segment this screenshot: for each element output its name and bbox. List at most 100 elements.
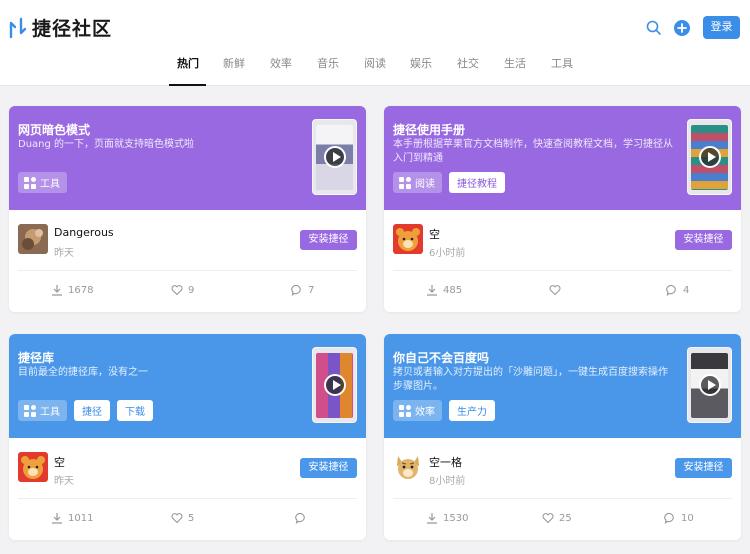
play-icon[interactable]	[698, 146, 721, 168]
post-time: 6小时前	[429, 248, 466, 259]
comment-button[interactable]	[295, 512, 312, 524]
heart-icon	[171, 513, 183, 524]
comment-button[interactable]: 7	[291, 284, 314, 296]
card-description: 目前最全的捷径库，没有之一	[18, 367, 148, 378]
comment-button[interactable]: 4	[666, 284, 689, 296]
like-button[interactable]: 9	[171, 284, 194, 296]
tab-social[interactable]: 社交	[448, 55, 488, 71]
like-count: 25	[559, 512, 572, 524]
tab-music[interactable]: 音乐	[308, 55, 348, 71]
comment-count: 10	[681, 512, 694, 524]
search-icon[interactable]	[645, 19, 663, 37]
category-label: 效率	[415, 407, 435, 418]
top-header: 捷径社区 登录 热门 新鲜 效率 音乐 阅读 娱乐 社交 生活 工具	[0, 0, 750, 86]
tab-hot[interactable]: 热门	[168, 55, 208, 71]
category-tag[interactable]: 工具	[18, 400, 67, 421]
card-description: 本手册根据苹果官方文档制作，快速查阅教程文档，学习捷径从入门到精通	[393, 139, 673, 164]
shortcut-card[interactable]: 捷径使用手册 本手册根据苹果官方文档制作，快速查阅教程文档，学习捷径从入门到精通…	[384, 106, 741, 312]
card-description: 拷贝或者输入对方提出的「沙雕问题」，一键生成百度搜索操作步骤图片。	[393, 367, 668, 392]
install-shortcut-button[interactable]: 安装捷径	[675, 458, 732, 478]
install-shortcut-button[interactable]: 安装捷径	[675, 230, 732, 250]
heart-icon	[542, 513, 554, 524]
card-banner[interactable]: 网页暗色模式 Duang 的一下，页面就支持暗色模式啦 工具	[9, 106, 366, 210]
like-button[interactable]: 25	[542, 512, 572, 524]
preview-thumbnail[interactable]	[312, 347, 357, 423]
play-icon[interactable]	[323, 146, 346, 168]
site-logo[interactable]: 捷径社区	[8, 14, 112, 41]
card-title: 捷径使用手册	[393, 123, 466, 137]
topic-tag[interactable]: 下载	[117, 400, 153, 421]
shortcut-logo-icon	[9, 17, 27, 38]
category-tag[interactable]: 阅读	[393, 172, 442, 193]
download-count-value: 1530	[443, 512, 469, 524]
heart-icon	[171, 285, 183, 296]
download-icon	[427, 513, 437, 524]
card-description: Duang 的一下，页面就支持暗色模式啦	[18, 139, 195, 150]
author-name[interactable]: 空一格	[429, 454, 462, 470]
card-banner[interactable]: 你自己不会百度吗 拷贝或者输入对方提出的「沙雕问题」，一键生成百度搜索操作步骤图…	[384, 334, 741, 438]
author-avatar	[18, 452, 48, 482]
download-count: 1678	[51, 284, 93, 296]
category-label: 工具	[40, 407, 60, 418]
author-avatar	[393, 452, 423, 482]
download-icon	[52, 285, 62, 296]
comment-button[interactable]: 10	[664, 512, 694, 524]
play-icon[interactable]	[698, 374, 721, 396]
like-button[interactable]	[549, 284, 566, 296]
card-banner[interactable]: 捷径使用手册 本手册根据苹果官方文档制作，快速查阅教程文档，学习捷径从入门到精通…	[384, 106, 741, 210]
tab-life[interactable]: 生活	[495, 55, 535, 71]
post-time: 昨天	[54, 248, 74, 259]
install-shortcut-button[interactable]: 安装捷径	[300, 230, 357, 250]
post-time: 昨天	[54, 476, 74, 487]
download-icon	[52, 513, 62, 524]
tab-tools[interactable]: 工具	[542, 55, 582, 71]
grid-icon	[24, 404, 36, 417]
install-shortcut-button[interactable]: 安装捷径	[300, 458, 357, 478]
tab-efficiency[interactable]: 效率	[261, 55, 301, 71]
tag-row: 工具	[18, 172, 67, 193]
topic-tag[interactable]: 捷径教程	[449, 172, 505, 193]
like-count: 9	[188, 284, 195, 296]
comment-count: 4	[683, 284, 690, 296]
tab-entertainment[interactable]: 娱乐	[401, 55, 441, 71]
download-count-value: 485	[443, 284, 463, 296]
preview-thumbnail[interactable]	[687, 347, 732, 423]
divider	[393, 270, 732, 271]
card-banner[interactable]: 捷径库 目前最全的捷径库，没有之一 工具 捷径 下载	[9, 334, 366, 438]
like-button[interactable]: 5	[171, 512, 194, 524]
author-avatar	[393, 224, 423, 254]
preview-thumbnail[interactable]	[312, 119, 357, 195]
category-tag[interactable]: 工具	[18, 172, 67, 193]
author-avatar	[18, 224, 48, 254]
comment-icon	[295, 512, 305, 524]
heart-icon	[549, 285, 561, 296]
card-title: 网页暗色模式	[18, 123, 91, 137]
add-icon[interactable]	[673, 19, 691, 37]
play-icon[interactable]	[323, 374, 346, 396]
preview-thumbnail[interactable]	[687, 119, 732, 195]
author-name[interactable]: Dangerous	[54, 226, 114, 239]
card-title: 你自己不会百度吗	[393, 351, 490, 365]
tab-reading[interactable]: 阅读	[355, 55, 395, 71]
category-tag[interactable]: 效率	[393, 400, 442, 421]
shortcut-card[interactable]: 网页暗色模式 Duang 的一下，页面就支持暗色模式啦 工具 Dangerous…	[9, 106, 366, 312]
comment-count: 7	[308, 284, 315, 296]
comment-icon	[664, 512, 674, 524]
login-button[interactable]: 登录	[703, 16, 740, 39]
author-name[interactable]: 空	[429, 226, 440, 242]
grid-icon	[399, 176, 411, 189]
tab-new[interactable]: 新鲜	[214, 55, 254, 71]
author-name[interactable]: 空	[54, 454, 65, 470]
card-title: 捷径库	[18, 351, 55, 365]
like-count: 5	[188, 512, 195, 524]
shortcut-card[interactable]: 捷径库 目前最全的捷径库，没有之一 工具 捷径 下载 空 昨天 安装捷径 101…	[9, 334, 366, 540]
active-tab-indicator	[169, 84, 206, 86]
topic-tag[interactable]: 捷径	[74, 400, 110, 421]
comment-icon	[291, 284, 301, 296]
category-label: 工具	[40, 179, 60, 190]
topic-tag[interactable]: 生产力	[449, 400, 495, 421]
grid-icon	[24, 176, 36, 189]
site-title: 捷径社区	[32, 18, 113, 40]
shortcut-card[interactable]: 你自己不会百度吗 拷贝或者输入对方提出的「沙雕问题」，一键生成百度搜索操作步骤图…	[384, 334, 741, 540]
grid-icon	[399, 404, 411, 417]
